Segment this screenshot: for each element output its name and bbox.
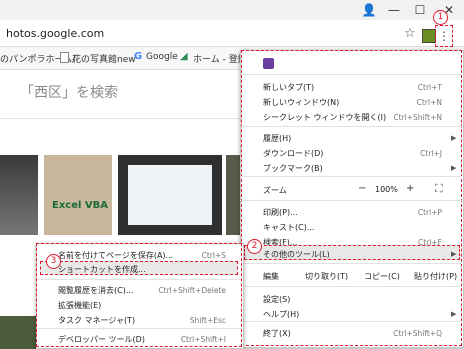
- menu-shortcut: Shift+Esc: [189, 316, 226, 325]
- bookmark-item[interactable]: Google: [146, 52, 178, 62]
- more-tools-highlight: [244, 245, 460, 260]
- zoom-in-button[interactable]: +: [406, 183, 414, 194]
- submenu-item-devtools[interactable]: デベロッパー ツール(D): [58, 334, 145, 345]
- photo-thumbnail[interactable]: [0, 316, 40, 349]
- bookmark-item[interactable]: 花の写真館new: [72, 52, 136, 65]
- menu-shortcut: Ctrl+Shift+Q: [393, 329, 442, 338]
- menu-item-print[interactable]: 印刷(P)...: [263, 207, 298, 218]
- menu-item-settings[interactable]: 設定(S): [263, 294, 290, 305]
- menu-item-history[interactable]: 履歴(H): [263, 133, 291, 144]
- search-text[interactable]: 「西区」を検索: [20, 82, 118, 102]
- step-3-marker: 3: [46, 254, 61, 269]
- photo-thumbnail[interactable]: [44, 155, 112, 235]
- step-1-marker: 1: [433, 10, 448, 25]
- minimize-button[interactable]: —: [381, 0, 407, 20]
- menu-shortcut: Ctrl+S: [201, 251, 226, 260]
- menu-item-new-window[interactable]: 新しいウィンドウ(N): [263, 97, 339, 108]
- photo-screen: [128, 165, 212, 225]
- menu-separator: [37, 328, 241, 329]
- google-icon: G: [134, 51, 143, 62]
- photo-caption: Excel VBA: [52, 200, 109, 211]
- menu-separator: [241, 176, 462, 177]
- menu-shortcut: Ctrl+N: [416, 98, 442, 107]
- photo-thumbnail[interactable]: [0, 155, 38, 235]
- submenu-item-extensions[interactable]: 拡張機能(E): [58, 300, 101, 311]
- url-text[interactable]: hotos.google.com: [6, 27, 104, 40]
- menu-button-highlight: [435, 25, 453, 47]
- menu-shortcut: Ctrl+Shift+N: [393, 113, 442, 122]
- menu-separator: [37, 279, 241, 280]
- submenu-arrow-icon: ▶: [451, 164, 457, 172]
- zoom-label: ズーム: [263, 186, 287, 195]
- menu-item-exit[interactable]: 終了(X): [263, 328, 291, 339]
- menu-item-help[interactable]: ヘルプ(H): [263, 309, 299, 320]
- submenu-arrow-icon: ▶: [451, 310, 457, 318]
- paste-button[interactable]: 貼り付け(P): [414, 271, 457, 282]
- copy-button[interactable]: コピー(C): [364, 271, 400, 282]
- step-2-marker: 2: [247, 239, 262, 254]
- menu-item-new-tab[interactable]: 新しいタブ(T): [263, 82, 314, 93]
- menu-separator: [241, 74, 462, 75]
- menu-separator: [241, 321, 462, 322]
- extension-icon[interactable]: [422, 29, 436, 43]
- edit-label: 編集: [263, 272, 279, 281]
- menu-separator: [241, 263, 462, 264]
- menu-separator: [241, 126, 462, 127]
- menu-shortcut: Ctrl+J: [420, 149, 442, 158]
- menu-item-bookmarks[interactable]: ブックマーク(B): [263, 163, 323, 174]
- triangle-icon: ◢: [180, 51, 188, 62]
- submenu-item-clear-history[interactable]: 閲覧履歴を消去(C)...: [58, 285, 133, 296]
- account-icon[interactable]: 👤: [356, 0, 382, 20]
- divider: [0, 118, 240, 119]
- zoom-out-button[interactable]: −: [358, 183, 366, 194]
- submenu-item-task-manager[interactable]: タスク マネージャ(T): [58, 315, 135, 326]
- create-shortcut-highlight: [40, 261, 238, 275]
- page-icon: [60, 52, 69, 63]
- photo-thumbnail[interactable]: [226, 155, 240, 235]
- menu-shortcut: Ctrl+Shift+I: [180, 335, 226, 344]
- maximize-button[interactable]: ☐: [407, 0, 433, 20]
- menu-shortcut: Ctrl+T: [417, 83, 442, 92]
- cut-button[interactable]: 切り取り(T): [305, 271, 348, 282]
- extension-icon[interactable]: [263, 58, 274, 69]
- submenu-item-save-page[interactable]: 名前を付けてページを保存(A)...: [58, 250, 173, 261]
- fullscreen-icon[interactable]: ⛶: [435, 182, 443, 196]
- bookmark-item[interactable]: ホーム - 登録: [193, 52, 247, 65]
- menu-separator: [241, 286, 462, 287]
- submenu-arrow-icon: ▶: [451, 134, 457, 142]
- star-icon[interactable]: ☆: [404, 26, 416, 41]
- menu-separator: [241, 200, 462, 201]
- menu-item-downloads[interactable]: ダウンロード(D): [263, 148, 323, 159]
- menu-item-cast[interactable]: キャスト(C)...: [263, 222, 314, 233]
- zoom-value: 100%: [375, 185, 398, 194]
- menu-item-incognito[interactable]: シークレット ウィンドウを開く(I): [263, 112, 386, 123]
- menu-shortcut: Ctrl+Shift+Delete: [158, 286, 226, 295]
- menu-shortcut: Ctrl+P: [417, 208, 442, 217]
